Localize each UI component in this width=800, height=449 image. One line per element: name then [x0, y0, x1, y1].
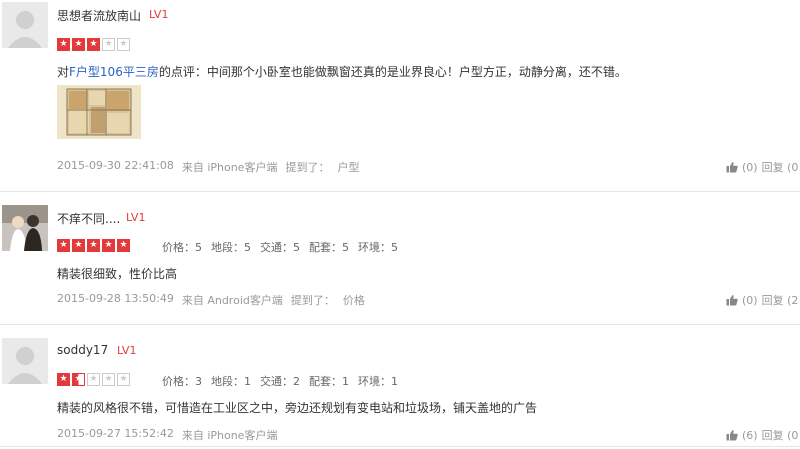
like-count[interactable]: (0)	[742, 294, 758, 307]
star-half-icon: ★	[72, 373, 85, 386]
score-traffic: 交通：2	[260, 375, 300, 388]
star-empty-icon: ★	[117, 38, 130, 51]
mention-label: 提到了：	[290, 294, 335, 307]
score-environment: 环境：5	[358, 241, 398, 254]
review-item: 不痒不同.... LV1 ★ ★ ★ ★ ★ 价格：5 地段：5 交通：5 配套：5 环…	[0, 192, 800, 324]
floorplan-thumbnail[interactable]	[57, 85, 141, 139]
username[interactable]: 不痒不同....	[57, 210, 120, 227]
review-content: 精装的风格很不错，可惜造在工业区之中，旁边还规划有变电站和垃圾场，铺天盖地的广告	[57, 401, 538, 415]
star-filled-icon: ★	[87, 38, 100, 51]
star-filled-icon: ★	[72, 239, 85, 252]
user-photo-avatar	[2, 205, 48, 251]
review-source: 来自 iPhone客户端	[181, 161, 278, 174]
level-badge: LV1	[117, 344, 137, 357]
thumbs-up-icon[interactable]	[726, 429, 738, 441]
review-meta: 2015-09-28 13:50:49 来自 Android客户端 提到了： 价…	[57, 292, 365, 308]
like-count[interactable]: (6)	[742, 429, 758, 442]
review-actions: (6) 回复 (0	[726, 427, 798, 443]
review-meta: 2015-09-30 22:41:08 来自 iPhone客户端 提到了： 户型	[57, 159, 359, 175]
sub-scores: 价格：3 地段：1 交通：2 配套：1 环境：1	[162, 373, 398, 389]
review-datetime: 2015-09-28 13:50:49	[57, 292, 174, 305]
review-datetime: 2015-09-30 22:41:08	[57, 159, 174, 172]
review-divider	[0, 446, 800, 447]
star-filled-icon: ★	[102, 239, 115, 252]
star-filled-icon: ★	[57, 38, 70, 51]
floorplan-link[interactable]: F户型106平三房	[69, 65, 159, 79]
review-content: 精装很细致，性价比高	[57, 267, 178, 281]
score-location: 地段：1	[211, 375, 251, 388]
review-item: soddy17 LV1 ★ ★ ★ ★ ★ 价格：3 地段：1 交通：2 配套：1 环境…	[0, 325, 800, 449]
level-badge: LV1	[149, 8, 169, 21]
score-location: 地段：5	[211, 241, 251, 254]
star-empty-icon: ★	[117, 373, 130, 386]
thumbs-up-icon[interactable]	[726, 161, 738, 173]
score-facilities: 配套：1	[309, 375, 349, 388]
star-filled-icon: ★	[87, 239, 100, 252]
content-body: 的点评：中间那个小卧室也能做飘窗还真的是业界良心！户型方正，动静分离，还不错。	[158, 65, 627, 79]
username[interactable]: soddy17	[57, 343, 108, 357]
avatar[interactable]	[2, 205, 48, 251]
floorplan-image	[57, 85, 141, 139]
star-rating: ★ ★ ★ ★ ★	[57, 239, 130, 252]
review-content: 对F户型106平三房的点评：中间那个小卧室也能做飘窗还真的是业界良心！户型方正，…	[57, 63, 627, 80]
avatar[interactable]	[2, 2, 48, 48]
star-rating: ★ ★ ★ ★ ★	[57, 38, 130, 51]
mention-tag[interactable]: 价格	[343, 292, 365, 308]
review-item: 思想者流放南山 LV1 ★ ★ ★ ★ ★ 对F户型106平三房的点评：中间那个小卧室也…	[0, 0, 800, 190]
default-avatar-icon	[2, 2, 48, 48]
thumbs-up-icon[interactable]	[726, 294, 738, 306]
star-filled-icon: ★	[117, 239, 130, 252]
username[interactable]: 思想者流放南山	[57, 7, 141, 24]
review-actions: (0) 回复 (2	[726, 292, 798, 308]
score-traffic: 交通：5	[260, 241, 300, 254]
review-actions: (0) 回复 (0	[726, 159, 798, 175]
score-environment: 环境：1	[358, 375, 398, 388]
content-prefix: 对	[57, 65, 70, 79]
star-empty-icon: ★	[102, 373, 115, 386]
default-avatar-icon	[2, 338, 48, 384]
reply-button[interactable]: 回复 (0	[762, 159, 799, 175]
score-facilities: 配套：5	[309, 241, 349, 254]
score-price: 价格：3	[162, 375, 202, 388]
avatar[interactable]	[2, 338, 48, 384]
like-count[interactable]: (0)	[742, 161, 758, 174]
sub-scores: 价格：5 地段：5 交通：5 配套：5 环境：5	[162, 239, 398, 255]
review-datetime: 2015-09-27 15:52:42	[57, 427, 174, 440]
star-filled-icon: ★	[57, 373, 70, 386]
star-filled-icon: ★	[57, 239, 70, 252]
star-empty-icon: ★	[102, 38, 115, 51]
level-badge: LV1	[126, 211, 146, 224]
review-meta: 2015-09-27 15:52:42 来自 iPhone客户端	[57, 427, 277, 443]
reply-button[interactable]: 回复 (0	[762, 427, 799, 443]
star-empty-icon: ★	[87, 373, 100, 386]
star-filled-icon: ★	[72, 38, 85, 51]
review-source: 来自 iPhone客户端	[181, 429, 278, 442]
review-source: 来自 Android客户端	[181, 294, 283, 307]
score-price: 价格：5	[162, 241, 202, 254]
star-rating: ★ ★ ★ ★ ★	[57, 373, 130, 386]
mention-tag[interactable]: 户型	[337, 159, 359, 175]
reply-button[interactable]: 回复 (2	[762, 292, 799, 308]
mention-label: 提到了：	[285, 161, 330, 174]
